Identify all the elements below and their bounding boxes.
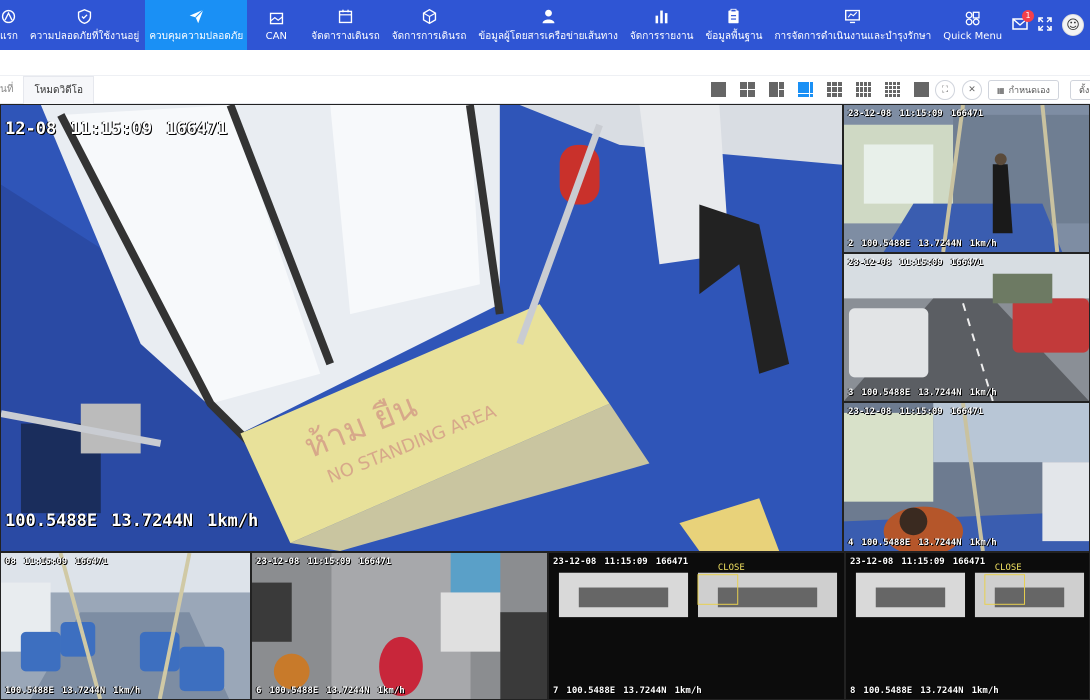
close-all-button[interactable]: ✕ <box>962 80 982 100</box>
shield-icon <box>76 6 93 26</box>
nav-item-home[interactable]: แรก <box>0 0 24 50</box>
layout-selector <box>711 82 929 97</box>
camera-6-gps: 6 100.5488E 13.7244N 1km/h <box>256 686 405 696</box>
notification-badge: 1 <box>1022 9 1034 22</box>
nav-item-label: Quick Menu <box>943 31 1003 42</box>
bus-seats-scene <box>1 553 250 699</box>
calendar-icon <box>337 6 354 26</box>
nav-item-label: การจัดการดำเนินงานและบำรุงรักษา <box>774 31 932 42</box>
grid-small-icon: ▦ <box>997 85 1005 95</box>
camera-2-gps: 2 100.5488E 13.7244N 1km/h <box>848 239 997 249</box>
layout-25-icon[interactable] <box>914 82 929 97</box>
camera-8-gps: 8 100.5488E 13.7244N 1km/h <box>850 686 999 696</box>
nav-item-label: ข้อมูลผู้โดยสารเครือข่ายเส้นทาง <box>478 31 618 42</box>
layout-4-icon[interactable] <box>740 82 755 97</box>
camera-feed-6[interactable]: 23-12-08 11:15:09 166471 6 100.5488E 13.7244… <box>251 552 548 700</box>
layout-16-icon[interactable] <box>885 82 900 97</box>
motorcycle-street-scene <box>252 553 547 699</box>
fullscreen-button[interactable] <box>1038 16 1052 35</box>
settings-button[interactable]: ตั้ง <box>1070 80 1090 100</box>
mail-button[interactable]: 1 <box>1012 9 1034 35</box>
camera-3-timestamp: 23-12-08 11:15:09 166471 <box>848 258 984 268</box>
layout-6-icon[interactable] <box>769 82 784 97</box>
overlay-close-text: CLOSE <box>718 563 745 573</box>
clipboard-icon <box>725 6 742 26</box>
nav-item-label: แรก <box>0 31 18 42</box>
layout-1-icon[interactable] <box>711 82 726 97</box>
nav-item-can[interactable]: CAN <box>247 0 305 50</box>
camera-1-timestamp: 12-08 11:15:09 166471 <box>5 119 228 139</box>
nav-item-passenger-data[interactable]: ข้อมูลผู้โดยสารเครือข่ายเส้นทาง <box>472 0 623 50</box>
camera-8-timestamp: 23-12-08 11:15:09 166471 <box>850 557 986 567</box>
camera-feed-3[interactable]: 23-12-08 11:15:09 166471 3 100.5488E 13.7244… <box>843 253 1090 402</box>
tab-previous[interactable]: นที่ <box>0 76 23 104</box>
nav-item-reports[interactable]: จัดการรายงาน <box>624 0 700 50</box>
camera-7-timestamp: 23-12-08 11:15:09 166471 <box>553 557 689 567</box>
camera-5-gps: 100.5488E 13.7244N 1km/h <box>5 686 141 696</box>
night-front-scene: CLOSE <box>846 553 1089 699</box>
overlay-close-text: CLOSE <box>995 563 1022 573</box>
nav-right-tools: 1 ☺ <box>1012 0 1090 50</box>
bus-interior-scene <box>844 105 1089 252</box>
home-icon <box>0 6 17 26</box>
nav-item-label: จัดการรายงาน <box>629 31 694 42</box>
camera-6-timestamp: 23-12-08 11:15:09 166471 <box>256 557 392 567</box>
top-navigation-bar: แรก ความปลอดภัยที่ใช้งานอยู่ ควบคุมความป… <box>0 0 1090 50</box>
close-icon: ✕ <box>968 85 976 95</box>
camera-5-timestamp: 08 11:15:09 166471 <box>5 557 108 567</box>
camera-1-gps: 100.5488E 13.7244N 1km/h <box>5 511 259 531</box>
image-icon <box>268 8 285 28</box>
paper-plane-icon <box>188 6 205 26</box>
nav-item-label: ความปลอดภัยที่ใช้งานอยู่ <box>29 31 140 42</box>
monitor-icon <box>844 6 861 26</box>
sub-header-bar <box>0 50 1090 76</box>
camera-7-gps: 7 100.5488E 13.7244N 1km/h <box>553 686 702 696</box>
custom-layout-label: กำหนดเอง <box>1008 86 1050 96</box>
driver-cabin-scene <box>844 403 1089 551</box>
layout-8-icon[interactable] <box>798 82 813 97</box>
nav-item-label: ข้อมูลพื้นฐาน <box>705 31 763 42</box>
users-icon <box>540 6 557 26</box>
nav-item-quick-menu[interactable]: Quick Menu <box>937 0 1008 50</box>
camera-feed-4[interactable]: 23-12-08 11:15:09 166471 4 100.5488E 13.7244… <box>843 402 1090 552</box>
camera-feed-5[interactable]: 08 11:15:09 166471 100.5488E 13.7244N 1km/h <box>0 552 251 700</box>
nav-item-maintenance[interactable]: การจัดการดำเนินงานและบำรุงรักษา <box>768 0 937 50</box>
nav-item-label: CAN <box>265 31 287 42</box>
expand-icon: ⛶ <box>941 85 949 95</box>
video-grid: ห้าม ยืน NO STANDING AREA 12-08 11:15:09 1… <box>0 104 1090 700</box>
grid-icon <box>964 8 981 28</box>
bar-chart-icon <box>653 6 670 26</box>
nav-item-schedule[interactable]: จัดตารางเดินรถ <box>305 0 386 50</box>
night-rear-scene: CLOSE <box>549 553 844 699</box>
nav-item-label: จัดการการเดินรถ <box>391 31 467 42</box>
cube-icon <box>421 6 438 26</box>
settings-label: ตั้ง <box>1079 86 1090 96</box>
layout-12-icon[interactable] <box>856 82 871 97</box>
road-front-scene <box>844 254 1089 401</box>
layout-9-icon[interactable] <box>827 82 842 97</box>
nav-item-label: จัดตารางเดินรถ <box>311 31 380 42</box>
nav-item-active-safety[interactable]: ความปลอดภัยที่ใช้งานอยู่ <box>24 0 145 50</box>
camera-feed-7[interactable]: CLOSE 23-12-08 11:15:09 166471 7 100.5488E 1… <box>548 552 845 700</box>
nav-item-basic-data[interactable]: ข้อมูลพื้นฐาน <box>699 0 768 50</box>
custom-layout-button[interactable]: ▦ กำหนดเอง <box>988 80 1059 100</box>
tab-video-mode[interactable]: โหมดวิดีโอ <box>23 75 94 104</box>
avatar[interactable]: ☺ <box>1062 14 1084 36</box>
camera-4-timestamp: 23-12-08 11:15:09 166471 <box>848 407 984 417</box>
nav-item-label: ควบคุมความปลอดภัย <box>149 31 244 42</box>
camera-4-gps: 4 100.5488E 13.7244N 1km/h <box>848 538 997 548</box>
camera-feed-2[interactable]: 23-12-08 11:15:09 166471 2 100.5488E 13.7244… <box>843 104 1090 253</box>
nav-item-operation[interactable]: จัดการการเดินรถ <box>386 0 473 50</box>
camera-2-timestamp: 23-12-08 11:15:09 166471 <box>848 109 984 119</box>
nav-item-safety-control[interactable]: ควบคุมความปลอดภัย <box>145 0 248 50</box>
fullscreen-video-button[interactable]: ⛶ <box>935 80 955 100</box>
camera-feed-8[interactable]: CLOSE 23-12-08 11:15:09 166471 8 100.5488E 1… <box>845 552 1090 700</box>
camera-3-gps: 3 100.5488E 13.7244N 1km/h <box>848 388 997 398</box>
expand-icon <box>1038 16 1052 31</box>
bus-door-scene: ห้าม ยืน NO STANDING AREA <box>1 105 842 551</box>
camera-feed-1[interactable]: ห้าม ยืน NO STANDING AREA 12-08 11:15:09 1… <box>0 104 843 552</box>
